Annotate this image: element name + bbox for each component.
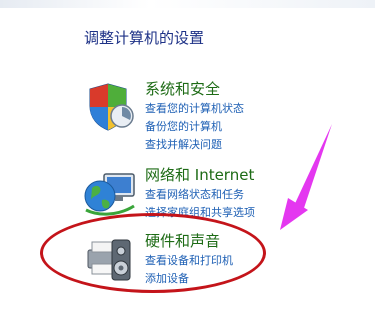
link-view-computer-status[interactable]: 查看您的计算机状态 <box>145 100 244 116</box>
link-backup-computer[interactable]: 备份您的计算机 <box>145 118 222 134</box>
category-title-system-security[interactable]: 系统和安全 <box>145 78 220 99</box>
page-title: 调整计算机的设置 <box>84 29 205 47</box>
category-title-network-internet[interactable]: 网络和 Internet <box>145 164 254 185</box>
globe-network-icon[interactable] <box>84 166 138 220</box>
link-view-network-status[interactable]: 查看网络状态和任务 <box>145 186 244 202</box>
annotation-pointer-arrow <box>280 124 332 230</box>
window-top-stripe <box>0 0 375 8</box>
annotation-highlight-ellipse <box>40 213 266 293</box>
link-find-fix-problems[interactable]: 查找并解决问题 <box>145 136 222 152</box>
shield-security-icon[interactable] <box>84 80 138 134</box>
